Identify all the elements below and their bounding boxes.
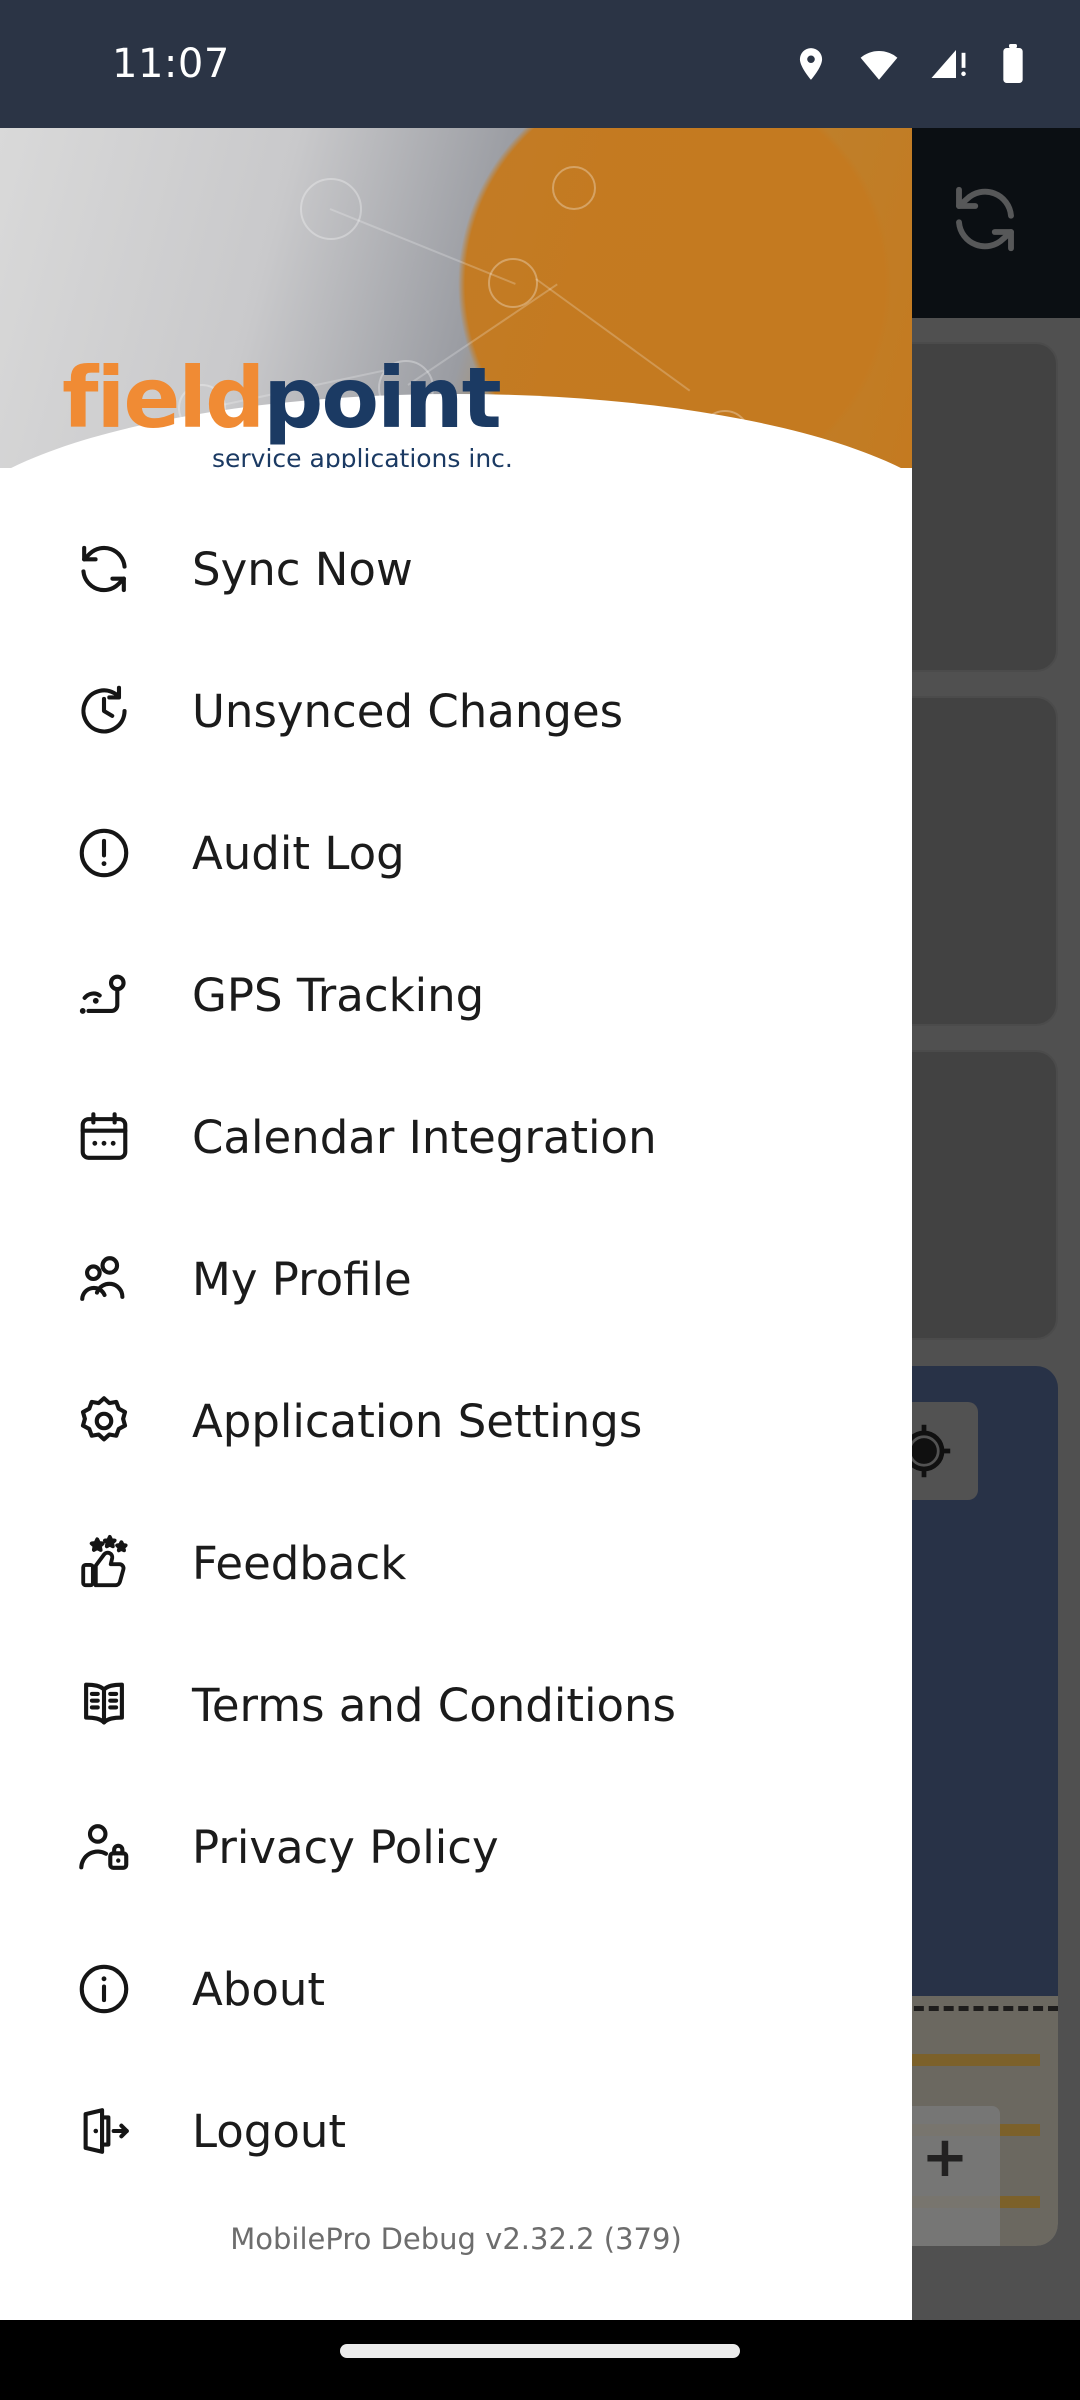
drawer-header: fieldpoint service applications inc. bbox=[0, 128, 912, 468]
menu-item-label: GPS Tracking bbox=[192, 968, 485, 1022]
menu-item-label: Privacy Policy bbox=[192, 1820, 499, 1874]
cellular-signal-off-icon bbox=[928, 43, 970, 85]
menu-item-label: About bbox=[192, 1962, 326, 2016]
menu-item-label: Calendar Integration bbox=[192, 1110, 657, 1164]
menu-item-gps-tracking[interactable]: GPS Tracking bbox=[0, 924, 912, 1066]
info-circle-icon bbox=[72, 1960, 136, 2018]
sync-icon bbox=[72, 540, 136, 598]
menu-item-label: Sync Now bbox=[192, 542, 413, 596]
phone-screen: ects tes Gary d bbox=[0, 0, 1080, 2400]
route-pin-icon bbox=[72, 966, 136, 1024]
status-bar-icons bbox=[792, 43, 1028, 85]
menu-item-feedback[interactable]: Feedback bbox=[0, 1492, 912, 1634]
location-pin-icon bbox=[792, 45, 830, 83]
history-clock-icon bbox=[72, 682, 136, 740]
person-lock-icon bbox=[72, 1818, 136, 1876]
logo-secondary-text: point bbox=[263, 349, 502, 447]
door-exit-icon bbox=[72, 2102, 136, 2160]
logo-primary-text: field bbox=[62, 349, 265, 447]
navigation-drawer: fieldpoint service applications inc. Syn… bbox=[0, 128, 912, 2320]
menu-item-terms-and-conditions[interactable]: Terms and Conditions bbox=[0, 1634, 912, 1776]
menu-item-my-profile[interactable]: My Profile bbox=[0, 1208, 912, 1350]
menu-item-label: Logout bbox=[192, 2104, 347, 2158]
logo-tagline: service applications inc. bbox=[212, 444, 513, 468]
menu-item-logout[interactable]: Logout bbox=[0, 2060, 912, 2202]
menu-item-privacy-policy[interactable]: Privacy Policy bbox=[0, 1776, 912, 1918]
people-icon bbox=[72, 1250, 136, 1308]
alert-circle-icon bbox=[72, 824, 136, 882]
thumbs-up-stars-icon bbox=[72, 1534, 136, 1592]
menu-item-label: Application Settings bbox=[192, 1394, 643, 1448]
open-book-icon bbox=[72, 1676, 136, 1734]
drawer-version-footer: MobilePro Debug v2.32.2 (379) bbox=[230, 2222, 682, 2256]
menu-item-label: Feedback bbox=[192, 1536, 407, 1590]
menu-item-application-settings[interactable]: Application Settings bbox=[0, 1350, 912, 1492]
home-gesture-pill[interactable] bbox=[340, 2344, 740, 2358]
menu-item-calendar-integration[interactable]: Calendar Integration bbox=[0, 1066, 912, 1208]
menu-item-label: Audit Log bbox=[192, 826, 405, 880]
menu-item-label: Unsynced Changes bbox=[192, 684, 624, 738]
menu-item-unsynced-changes[interactable]: Unsynced Changes bbox=[0, 640, 912, 782]
menu-item-label: My Profile bbox=[192, 1252, 412, 1306]
calendar-icon bbox=[72, 1108, 136, 1166]
status-bar-clock: 11:07 bbox=[112, 41, 230, 87]
menu-item-sync-now[interactable]: Sync Now bbox=[0, 498, 912, 640]
wifi-icon bbox=[858, 43, 900, 85]
status-bar: 11:07 bbox=[0, 0, 1080, 128]
menu-item-audit-log[interactable]: Audit Log bbox=[0, 782, 912, 924]
gear-icon bbox=[72, 1392, 136, 1450]
menu-item-label: Terms and Conditions bbox=[192, 1678, 676, 1732]
menu-item-about[interactable]: About bbox=[0, 1918, 912, 2060]
fieldpoint-logo: fieldpoint service applications inc. bbox=[62, 356, 513, 468]
drawer-menu-list: Sync Now Unsynced Changes Audit Log GPS … bbox=[0, 468, 912, 2202]
system-navigation-bar bbox=[0, 2320, 1080, 2400]
battery-icon bbox=[998, 44, 1028, 84]
